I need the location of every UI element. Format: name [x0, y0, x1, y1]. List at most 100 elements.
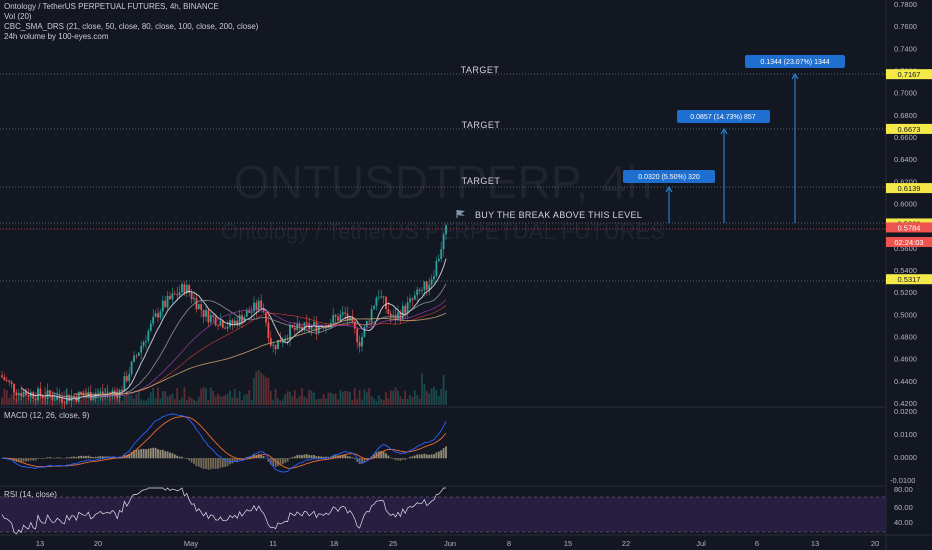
countdown-text: 02:24:03	[894, 238, 923, 247]
rsi-tick-2: 40.00	[894, 518, 913, 527]
price-tick: 0.5000	[894, 310, 917, 319]
price-tick: 0.7600	[894, 22, 917, 31]
time-tick: Jul	[696, 539, 706, 548]
volume-bar	[257, 369, 260, 405]
candle-body	[358, 342, 361, 347]
volume-bar	[41, 399, 44, 405]
volume-bar	[344, 390, 347, 405]
candle-body	[337, 316, 339, 321]
macd-histogram-bar	[181, 456, 183, 459]
volume-bar	[193, 399, 195, 405]
volume-bar	[121, 400, 123, 405]
volume-bar	[65, 389, 68, 405]
macd-title: MACD (12, 26, close, 9)	[4, 411, 90, 420]
price-badge-text: 0.6673	[898, 125, 921, 134]
volume-bar	[337, 399, 339, 405]
candle-body	[202, 309, 205, 317]
volume-bar	[219, 396, 222, 405]
volume-bar	[17, 397, 20, 405]
candle-body	[8, 380, 11, 382]
candle-body	[197, 304, 200, 310]
volume-bar	[46, 392, 49, 405]
volume-bar	[181, 397, 183, 405]
watermark-symbol: ONTUSDTPERP, 4h	[234, 156, 652, 208]
volume-bar	[190, 397, 193, 405]
volume-bar	[111, 390, 114, 405]
volume-bar	[298, 396, 301, 405]
candle-body	[166, 295, 169, 308]
volume-bar	[401, 398, 404, 405]
time-tick: 22	[622, 539, 630, 548]
macd-histogram-bar	[73, 456, 75, 459]
candle-body	[418, 289, 421, 291]
target-label-3: TARGET	[461, 65, 500, 75]
rsi-tick-0: 80.00	[894, 485, 913, 494]
candle-body	[430, 279, 433, 285]
candle-body	[423, 281, 426, 291]
sma-legend: CBC_SMA_DRS (21, close, 50, close, 80, c…	[4, 22, 259, 31]
macd-histogram-bar	[32, 458, 35, 461]
macd-histogram-bar	[135, 449, 138, 459]
price-tick: 0.5400	[894, 266, 917, 275]
macd-histogram-bar	[440, 450, 443, 459]
macd-histogram-bar	[399, 458, 402, 461]
macd-histogram-bar	[169, 452, 171, 459]
macd-histogram-bar	[416, 454, 419, 459]
macd-histogram-bar	[404, 458, 407, 460]
volume-bar	[128, 395, 131, 405]
candle-body	[406, 302, 409, 314]
volume-bar	[253, 377, 255, 405]
volume-bar	[185, 400, 188, 405]
volume-bar	[248, 389, 251, 405]
volume-bar	[20, 397, 23, 405]
candle-body	[332, 315, 335, 323]
macd-histogram-bar	[34, 458, 37, 461]
macd-histogram-bar	[286, 458, 289, 462]
volume-bar	[3, 388, 6, 405]
candle-body	[437, 258, 440, 262]
volume-bar	[265, 377, 267, 405]
volume-bar	[399, 396, 402, 405]
candle-body	[440, 249, 443, 259]
macd-histogram-bar	[166, 451, 169, 459]
macd-histogram-bar	[46, 457, 49, 459]
macd-histogram-bar	[188, 458, 191, 461]
time-tick: 6	[755, 539, 759, 548]
candle-body	[236, 320, 239, 326]
macd-histogram-bar	[159, 449, 162, 459]
volume-bar	[363, 389, 366, 405]
candle-body	[219, 320, 222, 326]
volume-bar	[10, 394, 13, 405]
volume-bar	[99, 391, 102, 405]
candle-body	[368, 320, 371, 322]
macd-histogram-bar	[99, 456, 102, 459]
volume-bar	[8, 397, 11, 405]
volume-bar	[277, 398, 279, 405]
volume-bar	[149, 392, 152, 405]
macd-histogram-bar	[178, 456, 181, 459]
candle-body	[207, 310, 210, 323]
price-tick: 0.4400	[894, 377, 917, 386]
volume-bar	[368, 388, 371, 405]
volume-bar	[200, 388, 203, 405]
macd-histogram-bar	[224, 458, 227, 467]
candle-body	[10, 381, 13, 384]
volume-bar	[224, 395, 227, 405]
macd-histogram-bar	[205, 458, 207, 469]
volume-bar	[339, 389, 342, 405]
macd-histogram-bar	[58, 457, 61, 459]
macd-histogram-bar	[289, 458, 291, 459]
macd-histogram-bar	[298, 454, 301, 459]
macd-histogram-bar	[85, 456, 87, 459]
chart-title: Ontology / TetherUS PERPETUAL FUTURES, 4…	[4, 2, 219, 11]
rsi-tick-1: 60.00	[894, 503, 913, 512]
volume-bar	[440, 389, 443, 405]
volume-bar	[433, 386, 435, 405]
volume-bar	[262, 374, 265, 405]
candle-body	[171, 293, 174, 300]
volume-bar	[260, 372, 263, 405]
candle-body	[193, 297, 195, 300]
volume-bar	[435, 390, 438, 405]
volume-bar	[34, 391, 37, 405]
candle-body	[149, 323, 152, 331]
